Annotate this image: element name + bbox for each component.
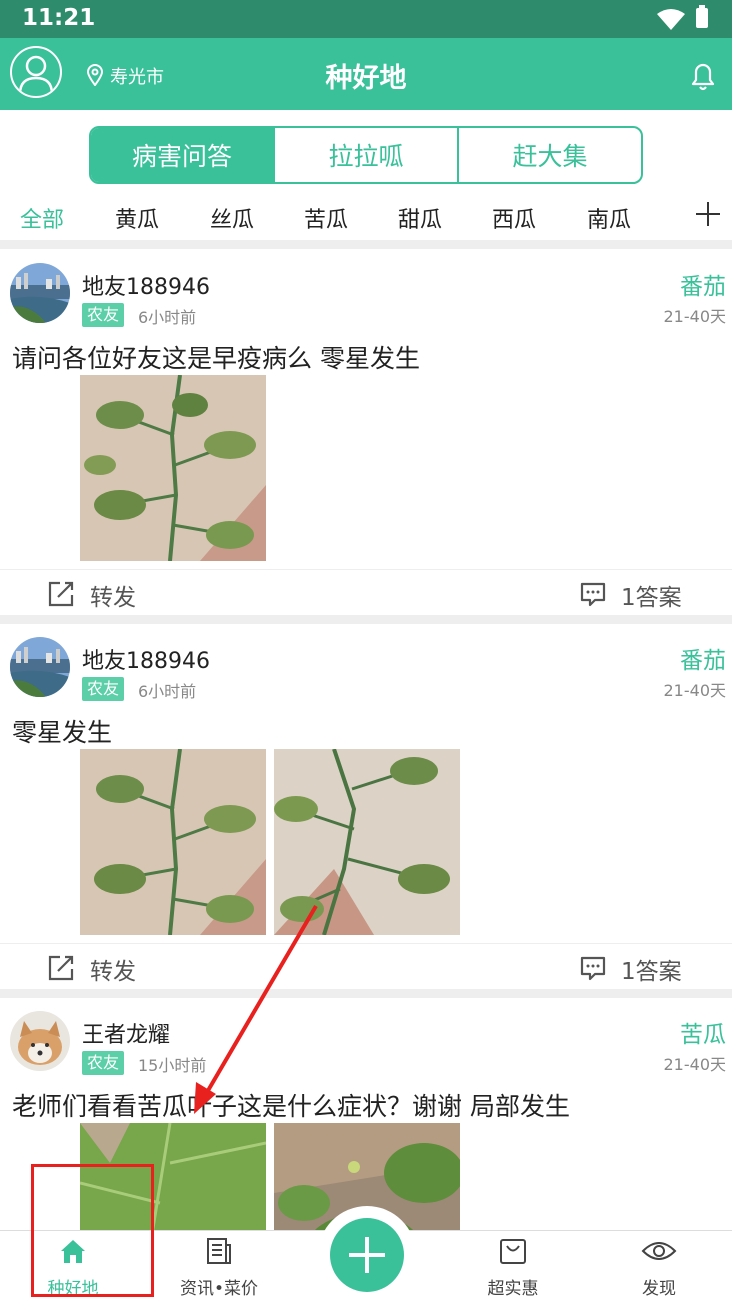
tab-market[interactable]: 赶大集	[457, 128, 641, 182]
divider	[0, 240, 732, 249]
annotation-highlight-box	[31, 1164, 154, 1297]
leaf-photo	[80, 749, 266, 935]
crop-tag[interactable]: 番茄	[680, 267, 726, 301]
role-badge: 农友	[82, 1051, 125, 1075]
forward-button[interactable]: 转发	[90, 578, 136, 612]
category-watermelon[interactable]: 西瓜	[492, 202, 536, 234]
wifi-icon	[657, 9, 685, 30]
comment-icon[interactable]	[580, 955, 606, 981]
answers-count[interactable]: 1答案	[621, 952, 682, 986]
harbor-photo	[10, 637, 70, 697]
forward-button[interactable]: 转发	[90, 952, 136, 986]
crop-tag[interactable]: 苦瓜	[680, 1015, 726, 1049]
nav-label: 资讯•菜价	[179, 1279, 259, 1299]
role-badge: 农友	[82, 303, 125, 327]
post-actions: 转发 1答案	[0, 569, 732, 615]
avatar[interactable]	[10, 1011, 70, 1071]
tab-disease-qa[interactable]: 病害问答	[91, 128, 273, 182]
post-text[interactable]: 请问各位好友这是早疫病么 零星发生	[12, 339, 420, 375]
segment-tabs: 病害问答 拉拉呱 赶大集	[89, 126, 643, 184]
post-card[interactable]: 地友188946 农友 6小时前 番茄 21-40天 请问各位好友这是早疫病么 …	[0, 249, 732, 615]
post-author[interactable]: 地友188946	[82, 643, 210, 675]
avatar[interactable]	[10, 637, 70, 697]
battery-icon	[696, 5, 708, 28]
crop-age: 21-40天	[663, 681, 727, 700]
add-category-icon[interactable]	[694, 200, 722, 228]
nav-news-prices[interactable]: 资讯•菜价	[146, 1231, 292, 1304]
location-pin-icon[interactable]	[86, 64, 104, 86]
news-icon	[207, 1238, 231, 1264]
post-text[interactable]: 老师们看看苦瓜叶子这是什么症状？谢谢 局部发生	[12, 1087, 570, 1123]
post-author[interactable]: 王者龙耀	[82, 1017, 170, 1049]
crop-tag[interactable]: 番茄	[680, 641, 726, 675]
nav-discover[interactable]: 发现	[586, 1231, 732, 1304]
answers-count[interactable]: 1答案	[621, 578, 682, 612]
post-image[interactable]	[80, 749, 266, 935]
crop-age: 21-40天	[663, 307, 727, 326]
post-actions: 转发 1答案	[0, 943, 732, 989]
category-pumpkin[interactable]: 南瓜	[587, 202, 631, 234]
new-post-button[interactable]	[330, 1218, 404, 1292]
status-bar: 11:21	[0, 0, 732, 38]
post-time: 6小时前	[138, 308, 197, 327]
category-sweet-melon[interactable]: 甜瓜	[398, 202, 442, 234]
page-title: 种好地	[325, 63, 407, 94]
category-all[interactable]: 全部	[20, 202, 64, 234]
category-bar: 全部 黄瓜 丝瓜 苦瓜 甜瓜 西瓜 南瓜	[0, 196, 732, 238]
comment-icon[interactable]	[580, 581, 606, 607]
role-badge: 农友	[82, 677, 125, 701]
post-text[interactable]: 零星发生	[12, 713, 112, 749]
app-bar: 寿光市 种好地	[0, 38, 732, 110]
category-loofah[interactable]: 丝瓜	[210, 202, 254, 234]
plus-icon	[349, 1237, 385, 1273]
user-icon	[18, 55, 54, 95]
shopping-bag-icon	[500, 1239, 526, 1264]
post-image[interactable]	[80, 375, 266, 561]
nav-label: 超实惠	[487, 1279, 539, 1299]
leaf-photo	[274, 749, 460, 935]
tab-chat[interactable]: 拉拉呱	[273, 128, 457, 182]
post-card[interactable]: 地友188946 农友 6小时前 番茄 21-40天 零星发生 转发 1答案	[0, 623, 732, 989]
leaf-photo	[80, 375, 266, 561]
my-avatar[interactable]	[10, 46, 62, 98]
harbor-photo	[10, 263, 70, 323]
category-bitter-melon[interactable]: 苦瓜	[304, 202, 348, 234]
category-cucumber[interactable]: 黄瓜	[115, 202, 159, 234]
share-icon[interactable]	[48, 581, 74, 607]
share-icon[interactable]	[48, 955, 74, 981]
post-time: 6小时前	[138, 682, 197, 701]
avatar[interactable]	[10, 263, 70, 323]
post-author[interactable]: 地友188946	[82, 269, 210, 301]
status-time: 11:21	[22, 5, 96, 31]
crop-age: 21-40天	[663, 1055, 727, 1074]
bell-icon[interactable]	[689, 60, 717, 92]
dog-photo	[10, 1011, 70, 1071]
nav-deals[interactable]: 超实惠	[440, 1231, 586, 1304]
eye-icon	[641, 1242, 677, 1260]
post-time: 15小时前	[138, 1056, 207, 1075]
post-image[interactable]	[274, 749, 460, 935]
nav-label: 发现	[642, 1279, 676, 1299]
location-label[interactable]: 寿光市	[110, 63, 164, 89]
